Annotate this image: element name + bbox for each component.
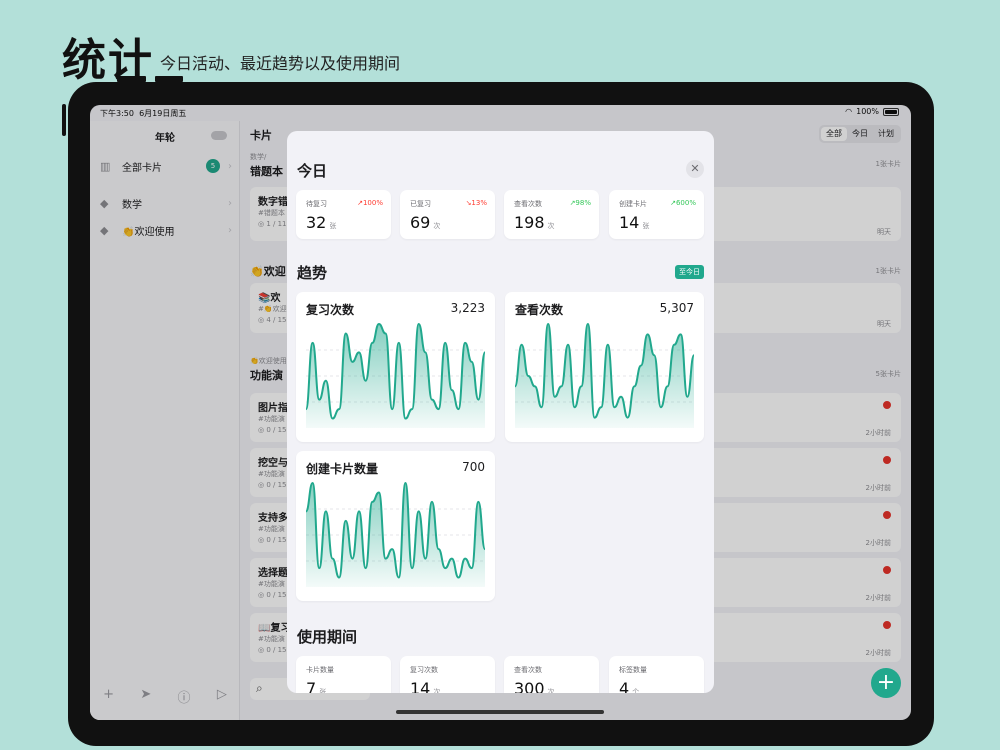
today-heading: 今日 bbox=[297, 162, 328, 180]
promo-subtitle: 今日活动、最近趋势以及使用期间 bbox=[160, 54, 401, 73]
stat-card-created: 创建卡片 ↗600% 14 张 bbox=[609, 190, 704, 239]
close-icon[interactable]: ✕ bbox=[686, 160, 704, 178]
usage-heading: 使用期间 bbox=[297, 628, 358, 646]
home-indicator bbox=[396, 710, 604, 714]
trend-heading: 趋势 bbox=[297, 264, 328, 282]
views-trend-chart bbox=[514, 322, 695, 428]
usage-card-cards: 卡片数量 7张 bbox=[296, 656, 391, 693]
stat-card-due: 待复习 ↗100% 32 张 bbox=[296, 190, 391, 239]
stat-card-reviewed: 已复习 ↘13% 69 次 bbox=[400, 190, 495, 239]
range-chip[interactable]: 至今日 bbox=[675, 265, 704, 279]
add-card-button[interactable]: + bbox=[871, 668, 901, 698]
trend-card-reviews: 复习次数 3,223 bbox=[296, 292, 495, 442]
trend-card-created: 创建卡片数量 700 bbox=[296, 451, 495, 601]
stats-modal: 今日 ✕ 待复习 ↗100% 32 张 已复习 ↘13% 69 次 查看次数 ↗98… bbox=[287, 131, 714, 693]
created-trend-chart bbox=[305, 481, 486, 587]
tablet-side-button bbox=[62, 104, 66, 136]
usage-card-tags: 标签数量 4个 bbox=[609, 656, 704, 693]
trend-card-views: 查看次数 5,307 bbox=[505, 292, 704, 442]
reviews-trend-chart bbox=[305, 322, 486, 428]
stat-card-views: 查看次数 ↗98% 198 次 bbox=[504, 190, 599, 239]
usage-card-views: 查看次数 300 次 bbox=[504, 656, 599, 693]
usage-card-reviews: 复习次数 14 次 bbox=[400, 656, 495, 693]
